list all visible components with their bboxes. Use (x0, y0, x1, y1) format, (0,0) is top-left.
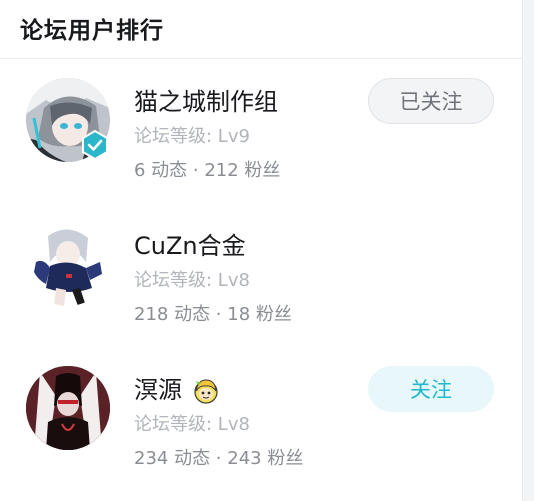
avatar-image (26, 222, 110, 306)
divider (522, 0, 523, 501)
scrollbar-track[interactable] (522, 0, 534, 501)
user-list-item[interactable]: CuZn合金 论坛等级: Lv8 218 动态 · 18 粉丝 (0, 222, 522, 332)
followed-button[interactable]: 已关注 (368, 78, 494, 124)
user-name-text: 溟源 (134, 376, 182, 404)
user-ranking-panel: 论坛用户排行 猫之城制作组 论坛等级: Lv9 6 动态 · 212 粉丝 已关… (0, 0, 522, 501)
avatar-image (26, 366, 110, 450)
user-stats: 6 动态 · 212 粉丝 (134, 160, 281, 181)
avatar[interactable] (26, 222, 110, 306)
panel-title: 论坛用户排行 (20, 18, 164, 44)
user-list-item[interactable]: 溟源 论坛等级: Lv8 234 动态 · 243 粉丝 关注 (0, 366, 522, 476)
follow-button[interactable]: 关注 (368, 366, 494, 412)
panel-header: 论坛用户排行 (0, 0, 522, 59)
user-stats: 234 动态 · 243 粉丝 (134, 448, 304, 469)
user-level: 论坛等级: Lv9 (134, 126, 250, 147)
verified-icon (82, 130, 108, 160)
blonde-character-emoji-icon (194, 379, 218, 404)
user-list-item[interactable]: 猫之城制作组 论坛等级: Lv9 6 动态 · 212 粉丝 已关注 (0, 78, 522, 188)
avatar[interactable] (26, 366, 110, 450)
user-level: 论坛等级: Lv8 (134, 414, 250, 435)
user-name[interactable]: 猫之城制作组 (134, 82, 278, 117)
user-name[interactable]: 溟源 (134, 370, 220, 405)
user-name[interactable]: CuZn合金 (134, 226, 246, 261)
user-stats: 218 动态 · 18 粉丝 (134, 304, 292, 325)
user-level: 论坛等级: Lv8 (134, 270, 250, 291)
